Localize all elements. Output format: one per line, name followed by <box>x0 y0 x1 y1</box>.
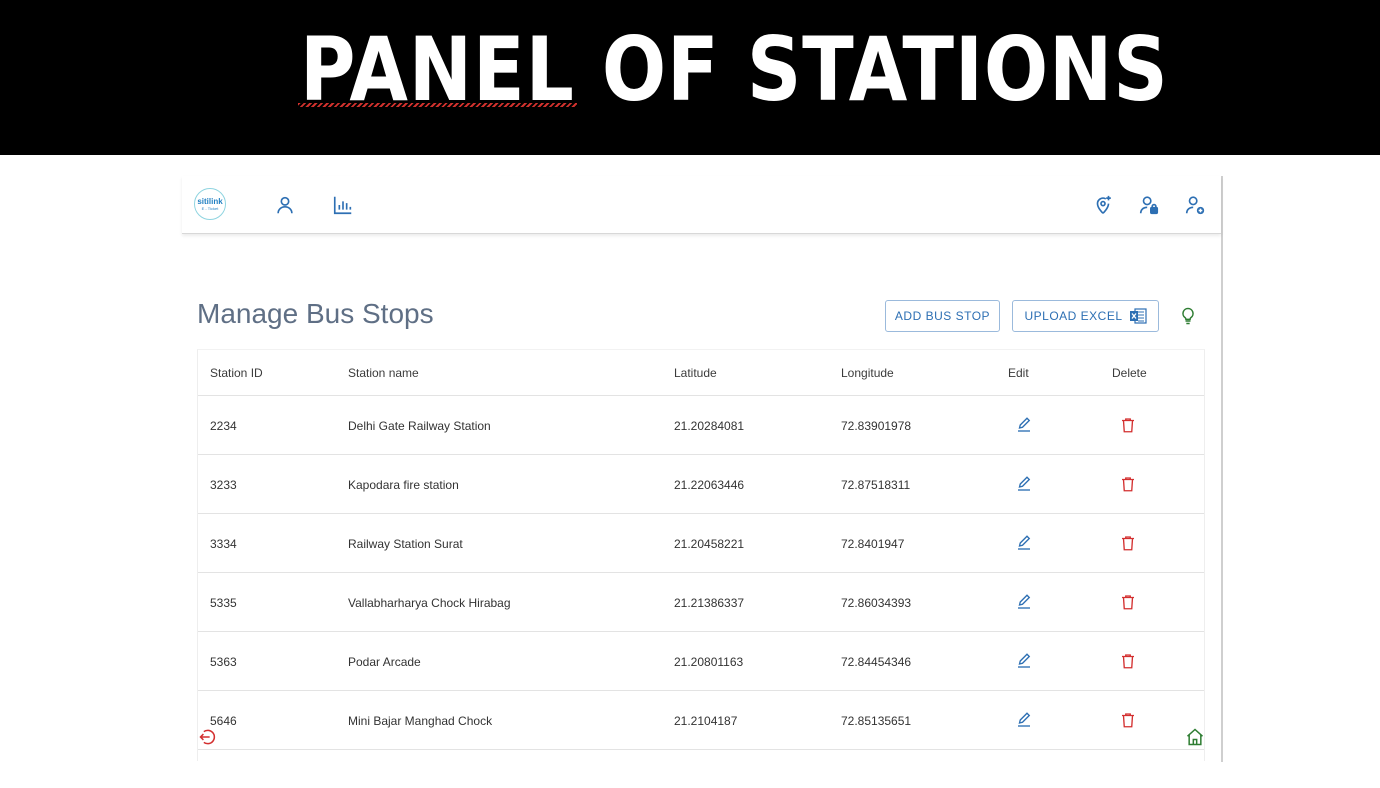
station-latitude: 21.22063446 <box>674 478 745 492</box>
station-longitude: 72.86034393 <box>841 596 912 610</box>
table-row: 5335 Vallabharharya Chock Hirabag 21.213… <box>198 573 1204 632</box>
station-longitude: 72.84454346 <box>841 655 912 669</box>
station-latitude: 21.20458221 <box>674 537 745 551</box>
header-station-id: Station ID <box>210 366 263 380</box>
upload-excel-button[interactable]: UPLOAD EXCEL <box>1012 300 1159 332</box>
delete-icon[interactable] <box>1119 475 1137 493</box>
upload-excel-label: UPLOAD EXCEL <box>1024 309 1123 323</box>
add-user-icon[interactable] <box>1184 194 1206 216</box>
spellcheck-underline <box>298 103 577 107</box>
station-id: 3334 <box>210 537 237 551</box>
station-latitude: 21.20801163 <box>674 655 744 669</box>
bus-stops-table: Station ID Station name Latitude Longitu… <box>197 349 1205 761</box>
edit-icon[interactable] <box>1015 652 1033 670</box>
header-delete: Delete <box>1112 366 1147 380</box>
station-id: 5646 <box>210 714 237 728</box>
station-id: 2234 <box>210 419 237 433</box>
station-name: Podar Arcade <box>348 655 421 669</box>
delete-icon[interactable] <box>1119 652 1137 670</box>
bar-chart-icon[interactable] <box>332 194 354 216</box>
station-latitude: 21.2104187 <box>674 714 738 728</box>
top-navbar: sitilink E - Ticket <box>182 176 1221 234</box>
add-bus-stop-label: ADD BUS STOP <box>894 309 991 323</box>
table-header-row: Station ID Station name Latitude Longitu… <box>198 350 1204 396</box>
user-icon[interactable] <box>274 194 296 216</box>
logo-subtext: E - Ticket <box>201 206 219 211</box>
station-latitude: 21.21386337 <box>674 596 745 610</box>
home-icon[interactable] <box>1185 727 1205 747</box>
station-longitude: 72.87518311 <box>841 478 911 492</box>
station-longitude: 72.8401947 <box>841 537 905 551</box>
title-banner: PANEL OF STATIONS <box>0 0 1380 155</box>
edit-icon[interactable] <box>1015 475 1033 493</box>
edit-icon[interactable] <box>1015 534 1033 552</box>
station-id: 5363 <box>210 655 237 669</box>
delete-icon[interactable] <box>1119 416 1137 434</box>
edit-icon[interactable] <box>1015 711 1033 729</box>
delete-icon[interactable] <box>1119 534 1137 552</box>
station-id: 3233 <box>210 478 237 492</box>
station-id: 5335 <box>210 596 237 610</box>
station-name: Mini Bajar Manghad Chock <box>348 714 493 728</box>
header-latitude: Latitude <box>674 366 717 380</box>
table-row: 2234 Delhi Gate Railway Station 21.20284… <box>198 396 1204 455</box>
add-bus-stop-button[interactable]: ADD BUS STOP <box>885 300 1000 332</box>
header-station-name: Station name <box>348 366 419 380</box>
station-name: Vallabharharya Chock Hirabag <box>348 596 511 610</box>
logo-text: sitilink <box>197 197 223 206</box>
lightbulb-icon[interactable] <box>1178 305 1198 327</box>
app-frame-edge <box>1221 176 1223 762</box>
user-lock-icon[interactable] <box>1138 194 1160 216</box>
add-location-icon[interactable] <box>1092 194 1114 216</box>
station-longitude: 72.83901978 <box>841 419 912 433</box>
table-row: 3233 Kapodara fire station 21.22063446 7… <box>198 455 1204 514</box>
station-longitude: 72.85135651 <box>841 714 912 728</box>
delete-icon[interactable] <box>1119 711 1137 729</box>
table-row: 5363 Podar Arcade 21.20801163 72.8445434… <box>198 632 1204 691</box>
station-name: Delhi Gate Railway Station <box>348 419 491 433</box>
header-edit: Edit <box>1008 366 1029 380</box>
station-name: Kapodara fire station <box>348 478 459 492</box>
sitilink-logo[interactable]: sitilink E - Ticket <box>194 188 226 220</box>
station-latitude: 21.20284081 <box>674 419 745 433</box>
delete-icon[interactable] <box>1119 593 1137 611</box>
logout-icon[interactable] <box>198 727 218 747</box>
header-longitude: Longitude <box>841 366 894 380</box>
table-row: 3334 Railway Station Surat 21.20458221 7… <box>198 514 1204 573</box>
table-row: 5646 Mini Bajar Manghad Chock 21.2104187… <box>198 691 1204 750</box>
station-name: Railway Station Surat <box>348 537 463 551</box>
excel-icon <box>1129 308 1147 324</box>
edit-icon[interactable] <box>1015 593 1033 611</box>
page-title: Manage Bus Stops <box>197 298 434 329</box>
edit-icon[interactable] <box>1015 416 1033 434</box>
